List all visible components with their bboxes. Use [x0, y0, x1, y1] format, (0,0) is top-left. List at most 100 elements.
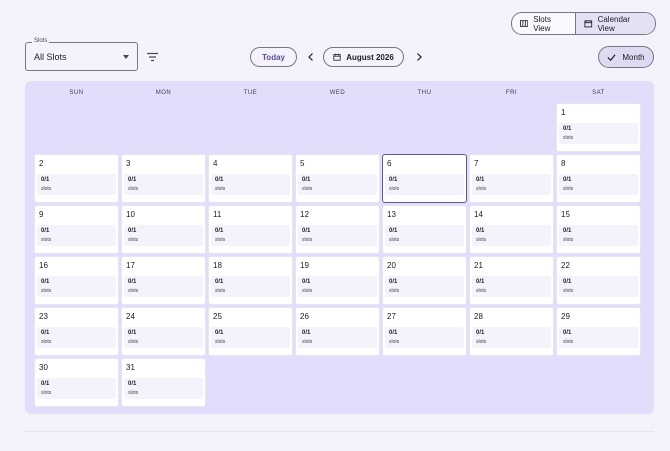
slot-count: 0/1: [563, 177, 572, 183]
weekday-header-wed: WED: [329, 90, 346, 96]
range-month-button[interactable]: Month: [598, 46, 654, 68]
slots-view-button[interactable]: Slots View: [512, 13, 576, 34]
slot-label: slots: [302, 237, 313, 243]
slot-summary: 0/1 slots: [472, 327, 551, 348]
calendar-day[interactable]: 12 0/1 slots: [295, 205, 380, 254]
calendar-day[interactable]: 9 0/1 slots: [34, 205, 119, 254]
day-number: 11: [213, 210, 222, 219]
slot-label: slots: [563, 339, 574, 345]
day-number: 25: [213, 312, 222, 321]
slot-summary: 0/1 slots: [124, 378, 203, 399]
slot-label: slots: [302, 339, 313, 345]
slot-count: 0/1: [215, 279, 224, 285]
calendar-day[interactable]: 10 0/1 slots: [121, 205, 206, 254]
slot-summary: 0/1 slots: [298, 276, 377, 297]
calendar-day[interactable]: 16 0/1 slots: [34, 256, 119, 305]
calendar-day[interactable]: 21 0/1 slots: [469, 256, 554, 305]
day-number: 9: [39, 210, 44, 219]
day-number: 27: [387, 312, 396, 321]
slot-count: 0/1: [215, 228, 224, 234]
calendar-day[interactable]: 6 0/1 slots: [382, 154, 467, 203]
day-number: 29: [561, 312, 570, 321]
slot-summary: 0/1 slots: [559, 225, 638, 246]
day-number: 22: [561, 261, 570, 270]
slot-label: slots: [215, 288, 226, 294]
calendar-day[interactable]: 24 0/1 slots: [121, 307, 206, 356]
slot-count: 0/1: [41, 381, 50, 387]
slot-label: slots: [41, 186, 52, 192]
slot-label: slots: [128, 186, 139, 192]
slot-label: slots: [476, 186, 487, 192]
slot-label: slots: [128, 237, 139, 243]
slot-summary: 0/1 slots: [385, 225, 464, 246]
weekday-header-sun: SUN: [69, 90, 84, 96]
weekday-header-sat: SAT: [592, 90, 605, 96]
calendar-view-button[interactable]: Calendar View: [576, 13, 655, 34]
calendar-day[interactable]: 20 0/1 slots: [382, 256, 467, 305]
calendar-day[interactable]: 23 0/1 slots: [34, 307, 119, 356]
day-number: 23: [39, 312, 48, 321]
check-icon: [607, 53, 616, 61]
calendar-day[interactable]: 31 0/1 slots: [121, 358, 206, 407]
calendar-day[interactable]: 14 0/1 slots: [469, 205, 554, 254]
slot-count: 0/1: [476, 330, 485, 336]
calendar-day[interactable]: 17 0/1 slots: [121, 256, 206, 305]
slot-summary: 0/1 slots: [124, 276, 203, 297]
day-number: 30: [39, 363, 48, 372]
slot-count: 0/1: [563, 228, 572, 234]
weekday-header-thu: THU: [417, 90, 432, 96]
slot-count: 0/1: [389, 279, 398, 285]
calendar-day[interactable]: 29 0/1 slots: [556, 307, 641, 356]
next-month-icon[interactable]: [415, 52, 423, 62]
day-number: 2: [39, 159, 44, 168]
previous-month-icon[interactable]: [307, 52, 315, 62]
slot-label: slots: [302, 186, 313, 192]
slot-label: slots: [215, 237, 226, 243]
day-number: 28: [474, 312, 483, 321]
calendar-day[interactable]: 18 0/1 slots: [208, 256, 293, 305]
day-number: 24: [126, 312, 135, 321]
range-label: Month: [622, 52, 645, 62]
calendar-day[interactable]: 7 0/1 slots: [469, 154, 554, 203]
slot-summary: 0/1 slots: [298, 174, 377, 195]
slot-count: 0/1: [563, 279, 572, 285]
slot-summary: 0/1 slots: [385, 174, 464, 195]
calendar-day[interactable]: 3 0/1 slots: [121, 154, 206, 203]
weekday-header-tue: TUE: [243, 90, 258, 96]
today-button[interactable]: Today: [250, 47, 297, 67]
slot-count: 0/1: [128, 279, 137, 285]
calendar-day[interactable]: 19 0/1 slots: [295, 256, 380, 305]
calendar-day[interactable]: 8 0/1 slots: [556, 154, 641, 203]
slot-summary: 0/1 slots: [298, 327, 377, 348]
calendar-day[interactable]: 28 0/1 slots: [469, 307, 554, 356]
calendar-day[interactable]: 4 0/1 slots: [208, 154, 293, 203]
day-number: 10: [126, 210, 135, 219]
calendar-grid: SUN MON TUE WED THU FRI SAT 1 0/1 slots 2 0/1 slots 3…: [25, 81, 654, 414]
slot-label: slots: [563, 135, 574, 141]
month-picker-button[interactable]: August 2026: [323, 47, 404, 67]
calendar-day[interactable]: 2 0/1 slots: [34, 154, 119, 203]
day-number: 15: [561, 210, 570, 219]
calendar-day[interactable]: 5 0/1 slots: [295, 154, 380, 203]
slot-summary: 0/1 slots: [472, 276, 551, 297]
calendar-day[interactable]: 30 0/1 slots: [34, 358, 119, 407]
slot-summary: 0/1 slots: [124, 174, 203, 195]
slot-count: 0/1: [41, 330, 50, 336]
slots-select[interactable]: Slots All Slots: [25, 38, 138, 71]
slot-label: slots: [389, 288, 400, 294]
calendar-day[interactable]: 26 0/1 slots: [295, 307, 380, 356]
calendar-day[interactable]: 27 0/1 slots: [382, 307, 467, 356]
slot-label: slots: [128, 288, 139, 294]
calendar-day[interactable]: 11 0/1 slots: [208, 205, 293, 254]
calendar-day[interactable]: 25 0/1 slots: [208, 307, 293, 356]
calendar-day[interactable]: 1 0/1 slots: [556, 103, 641, 152]
slot-summary: 0/1 slots: [211, 225, 290, 246]
slot-summary: 0/1 slots: [37, 225, 116, 246]
filter-icon[interactable]: [147, 52, 158, 62]
calendar-day[interactable]: 13 0/1 slots: [382, 205, 467, 254]
slots-select-label: Slots: [32, 38, 50, 44]
day-number: 20: [387, 261, 396, 270]
calendar-day[interactable]: 22 0/1 slots: [556, 256, 641, 305]
calendar-day[interactable]: 15 0/1 slots: [556, 205, 641, 254]
day-number: 8: [561, 159, 566, 168]
